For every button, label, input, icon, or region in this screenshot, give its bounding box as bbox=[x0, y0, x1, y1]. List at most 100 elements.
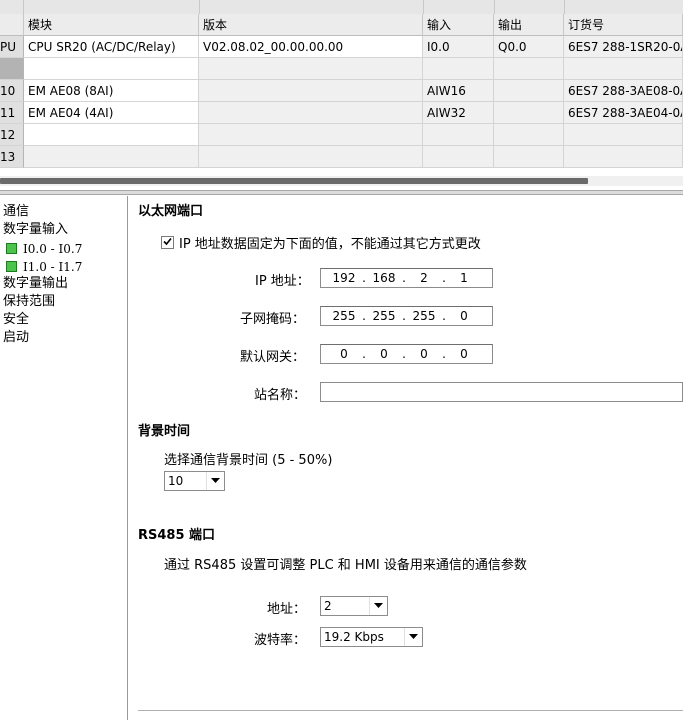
background-time-select[interactable]: 10 bbox=[164, 471, 225, 491]
module-table: 模块 版本 输入 输出 订货号 PU CPU SR20 (AC/DC/Relay… bbox=[0, 0, 683, 172]
version-cell[interactable] bbox=[199, 124, 423, 146]
background-section-title: 背景时间 bbox=[138, 424, 191, 439]
tree-item-retentive[interactable]: 保持范围 bbox=[3, 293, 55, 311]
table-row-cpu[interactable]: PU CPU SR20 (AC/DC/Relay) V02.08.02_00.0… bbox=[0, 36, 683, 58]
chevron-down-icon bbox=[409, 634, 418, 639]
rs485-description: 通过 RS485 设置可调整 PLC 和 HMI 设备用来通信的通信参数 bbox=[164, 558, 527, 573]
table-row-em1[interactable]: 11 EM AE04 (4AI) AIW32 6ES7 288-3AE04-0A bbox=[0, 102, 683, 124]
output-cell[interactable] bbox=[494, 124, 564, 146]
pane-splitter[interactable] bbox=[0, 190, 683, 195]
input-cell[interactable]: AIW32 bbox=[423, 102, 494, 124]
tree-item-digital-inputs[interactable]: 数字量输入 bbox=[3, 221, 68, 239]
background-time-value: 10 bbox=[168, 474, 184, 488]
background-time-label: 选择通信背景时间 (5 - 50%) bbox=[164, 453, 333, 468]
tree-item-security[interactable]: 安全 bbox=[3, 311, 29, 329]
table-row-em3[interactable]: 13 bbox=[0, 146, 683, 168]
order-cell[interactable]: 6ES7 288-1SR20-0A bbox=[564, 36, 683, 58]
output-cell[interactable] bbox=[494, 146, 564, 168]
header-module[interactable]: 模块 bbox=[24, 14, 199, 36]
tree-item-i1[interactable]: I1.0 - I1.7 bbox=[6, 258, 82, 276]
ethernet-section-title: 以太网端口 bbox=[138, 204, 204, 219]
fixed-ip-label: IP 地址数据固定为下面的值，不能通过其它方式更改 bbox=[179, 237, 481, 252]
dropdown-button[interactable] bbox=[206, 472, 224, 490]
header-output[interactable]: 输出 bbox=[494, 14, 564, 36]
chevron-down-icon bbox=[211, 478, 220, 483]
module-cell[interactable]: EM AE04 (4AI) bbox=[24, 102, 199, 124]
checkmark-icon bbox=[163, 237, 172, 246]
fixed-ip-checkbox[interactable] bbox=[161, 236, 174, 249]
row-id[interactable]: 13 bbox=[0, 146, 24, 168]
address-select[interactable]: 2 bbox=[320, 596, 388, 616]
table-row-em2[interactable]: 12 bbox=[0, 124, 683, 146]
table-row-em0[interactable]: 10 EM AE08 (8AI) AIW16 6ES7 288-3AE08-0A bbox=[0, 80, 683, 102]
header-input[interactable]: 输入 bbox=[423, 14, 494, 36]
order-cell[interactable] bbox=[564, 146, 683, 168]
tree-item-startup[interactable]: 启动 bbox=[3, 329, 29, 347]
order-cell[interactable]: 6ES7 288-3AE08-0A bbox=[564, 80, 683, 102]
table-top-strip bbox=[0, 0, 683, 15]
row-id[interactable]: 10 bbox=[0, 80, 24, 102]
output-cell[interactable]: Q0.0 bbox=[494, 36, 564, 58]
input-cell[interactable]: I0.0 bbox=[423, 36, 494, 58]
column-divider bbox=[494, 0, 495, 14]
baud-rate-select[interactable]: 19.2 Kbps bbox=[320, 627, 423, 647]
ip-address-input[interactable]: 192 . 168 . 2 . 1 bbox=[320, 268, 493, 288]
tree-item-label: I1.0 - I1.7 bbox=[23, 260, 83, 274]
output-cell[interactable] bbox=[494, 102, 564, 124]
subnet-mask-input[interactable]: 255 . 255 . 255 . 0 bbox=[320, 306, 493, 326]
gateway-octet: 0 bbox=[460, 347, 468, 361]
module-cell[interactable] bbox=[24, 124, 199, 146]
ip-dot: . bbox=[362, 271, 366, 285]
ip-address-label: IP 地址： bbox=[255, 274, 310, 289]
output-cell[interactable] bbox=[494, 58, 564, 80]
tree-item-i0[interactable]: I0.0 - I0.7 bbox=[6, 240, 82, 258]
version-cell[interactable]: V02.08.02_00.00.00.00 bbox=[199, 36, 423, 58]
baud-rate-label: 波特率： bbox=[254, 633, 307, 648]
input-cell[interactable]: AIW16 bbox=[423, 80, 494, 102]
gateway-input[interactable]: 0 . 0 . 0 . 0 bbox=[320, 344, 493, 364]
address-value: 2 bbox=[324, 599, 332, 613]
version-cell[interactable] bbox=[199, 58, 423, 80]
gateway-label: 默认网关： bbox=[240, 350, 306, 365]
header-version[interactable]: 版本 bbox=[199, 14, 423, 36]
row-id[interactable]: 12 bbox=[0, 124, 24, 146]
version-cell[interactable] bbox=[199, 102, 423, 124]
station-name-label: 站名称： bbox=[254, 388, 307, 403]
input-cell[interactable] bbox=[423, 124, 494, 146]
dropdown-button[interactable] bbox=[369, 597, 387, 615]
module-cell[interactable] bbox=[24, 58, 199, 80]
ip-octet: 192 bbox=[332, 271, 356, 285]
input-cell[interactable] bbox=[423, 146, 494, 168]
green-square-icon bbox=[6, 261, 17, 272]
version-cell[interactable] bbox=[199, 146, 423, 168]
scrollbar-thumb[interactable] bbox=[0, 178, 588, 184]
row-id[interactable] bbox=[0, 58, 24, 80]
module-cell[interactable] bbox=[24, 146, 199, 168]
tree-item-communication[interactable]: 通信 bbox=[3, 203, 29, 221]
station-name-input[interactable] bbox=[320, 382, 683, 402]
row-id[interactable]: PU bbox=[0, 36, 24, 58]
module-cell[interactable]: CPU SR20 (AC/DC/Relay) bbox=[24, 36, 199, 58]
order-cell[interactable] bbox=[564, 124, 683, 146]
mask-octet: 255 bbox=[332, 309, 356, 323]
module-cell[interactable]: EM AE08 (8AI) bbox=[24, 80, 199, 102]
input-cell[interactable] bbox=[423, 58, 494, 80]
order-cell[interactable] bbox=[564, 58, 683, 80]
rs485-section-title: RS485 端口 bbox=[138, 528, 216, 543]
order-cell[interactable]: 6ES7 288-3AE04-0A bbox=[564, 102, 683, 124]
panel-bottom-divider bbox=[138, 710, 683, 711]
row-id[interactable]: 11 bbox=[0, 102, 24, 124]
gateway-octet: 0 bbox=[380, 347, 388, 361]
header-order-number[interactable]: 订货号 bbox=[564, 14, 683, 36]
column-divider bbox=[423, 0, 424, 14]
version-cell[interactable] bbox=[199, 80, 423, 102]
gateway-octet: 0 bbox=[340, 347, 348, 361]
tree-item-label: I0.0 - I0.7 bbox=[23, 242, 83, 256]
subnet-mask-label: 子网掩码： bbox=[240, 312, 306, 327]
ip-dot: . bbox=[402, 271, 406, 285]
tree-item-digital-outputs[interactable]: 数字量输出 bbox=[3, 275, 68, 293]
dropdown-button[interactable] bbox=[404, 628, 422, 646]
output-cell[interactable] bbox=[494, 80, 564, 102]
table-row-sb[interactable] bbox=[0, 58, 683, 80]
ip-dot: . bbox=[362, 309, 366, 323]
